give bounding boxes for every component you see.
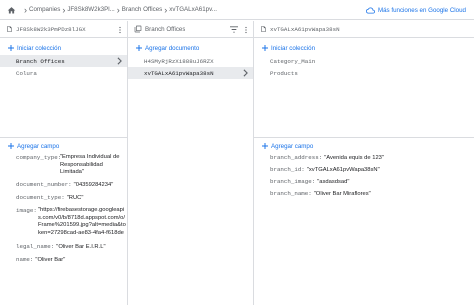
document-list: H4SMyRjRzXi888uJ6RZX xvTGALxA61pvWapa38s…: [128, 55, 253, 79]
field-value: "https://firebasestorage.googleapis.com/…: [38, 207, 126, 236]
list-item[interactable]: H4SMyRjRzXi888uJ6RZX: [128, 55, 253, 67]
start-collection-label: Iniciar colección: [271, 44, 316, 52]
branch-document-panel: xvTGALxA61pvWapa38sN Iniciar colección C…: [254, 21, 474, 305]
field-branch-address[interactable]: branch_address: "Avenida equis de 123": [270, 154, 470, 163]
start-collection-button[interactable]: Iniciar colección: [262, 43, 315, 53]
field-value: "Avenida equis de 123": [324, 155, 384, 161]
chevron-right-icon: ›: [24, 5, 27, 15]
panel-header: Branch Offices: [128, 21, 253, 38]
field-branch-image[interactable]: branch_image: "asdasdsad": [270, 178, 470, 187]
field-key: branch_image:: [270, 178, 316, 185]
chevron-right-icon: ›: [116, 5, 120, 15]
field-key: branch_id:: [270, 166, 305, 173]
field-key: company_type:: [16, 154, 62, 161]
field-value: "asdasdsad": [317, 179, 350, 185]
plus-icon: [8, 143, 14, 149]
chevron-right-icon: ›: [164, 5, 168, 15]
field-value: "RUC": [66, 195, 84, 201]
chevron-right-icon: [117, 57, 122, 65]
document-icon: [260, 25, 267, 33]
breadcrumb-item-companies[interactable]: Companies: [29, 0, 60, 20]
field-branch-name[interactable]: branch_name: "Oliver Bar Miraflores": [270, 190, 470, 199]
list-item[interactable]: Branch Offices: [0, 55, 127, 67]
field-value: "Oliver Bar E.I.R.L": [56, 244, 106, 250]
collection-name: Products: [270, 69, 298, 77]
divider: [254, 137, 474, 138]
list-item[interactable]: xvTGALxA61pvWapa38sN: [128, 67, 253, 79]
google-cloud-label: Más funciones en Google Cloud: [377, 6, 466, 14]
field-value: "Oliver Bar Miraflores": [313, 191, 371, 197]
field-key: legal_name:: [16, 243, 55, 250]
list-item[interactable]: Colura: [0, 67, 127, 79]
field-document-number[interactable]: document_number: "04359284234": [16, 181, 128, 190]
breadcrumb-item-branch-offices[interactable]: Branch Offices: [122, 0, 162, 20]
start-collection-button[interactable]: Iniciar colección: [8, 43, 61, 53]
home-icon[interactable]: [0, 0, 22, 20]
field-key: document_number:: [16, 181, 72, 188]
breadcrumb: › Companies › JF8Sk8W2k3Pl... › Branch O…: [0, 0, 217, 20]
field-value: "Empresa Individual de Responsabilidad L…: [60, 154, 120, 175]
document-id: xvTGALxA61pvWapa38sN: [144, 69, 214, 77]
collection-icon: [134, 25, 142, 33]
add-field-button[interactable]: Agregar campo: [8, 141, 59, 151]
plus-icon: [8, 45, 14, 51]
field-legal-name[interactable]: legal_name: "Oliver Bar E.I.R.L": [16, 243, 128, 252]
plus-icon: [136, 45, 142, 51]
more-vert-icon[interactable]: [243, 26, 249, 34]
plus-icon: [262, 143, 268, 149]
cloud-icon: [365, 6, 375, 15]
field-name[interactable]: name: "Oliver Bar": [16, 256, 128, 265]
panel-title: Branch Offices: [145, 25, 186, 33]
start-collection-label: Iniciar colección: [17, 44, 62, 52]
collection-name: Colura: [16, 69, 37, 77]
add-field-label: Agregar campo: [271, 142, 314, 150]
list-item[interactable]: Category_Main: [254, 55, 474, 67]
field-key: name:: [16, 256, 34, 263]
divider: [0, 137, 127, 138]
collection-name: Branch Offices: [16, 57, 65, 65]
panel-title: JF8Sk8W2k3PmPDz8lJGX: [16, 25, 86, 33]
field-key: branch_name:: [270, 190, 312, 197]
field-document-type[interactable]: document_type: "RUC": [16, 194, 128, 203]
field-value: "Oliver Bar": [35, 257, 66, 263]
field-value: "xvTGALxA61pvWapa38sN": [306, 167, 380, 173]
chevron-right-icon: ›: [62, 5, 66, 15]
filter-icon[interactable]: [230, 26, 238, 33]
field-branch-id[interactable]: branch_id: "xvTGALxA61pvWapa38sN": [270, 166, 470, 175]
top-bar: › Companies › JF8Sk8W2k3Pl... › Branch O…: [0, 0, 474, 20]
field-key: image:: [16, 207, 37, 214]
panel-header: xvTGALxA61pvWapa38sN: [254, 21, 474, 38]
google-cloud-link[interactable]: Más funciones en Google Cloud: [365, 0, 466, 20]
collection-list: Branch Offices Colura: [0, 55, 127, 79]
more-vert-icon[interactable]: [117, 26, 123, 34]
breadcrumb-item-company[interactable]: JF8Sk8W2k3Pl...: [67, 0, 114, 20]
subcollection-list: Category_Main Products: [254, 55, 474, 79]
breadcrumb-item-branch[interactable]: xvTGALxA61pv...: [169, 0, 217, 20]
document-id: H4SMyRjRzXi888uJ6RZX: [144, 57, 214, 65]
add-document-label: Agregar documento: [145, 44, 200, 52]
field-key: branch_address:: [270, 154, 323, 161]
list-item[interactable]: Products: [254, 67, 474, 79]
document-icon: [6, 25, 13, 33]
panel-header: JF8Sk8W2k3PmPDz8lJGX: [0, 21, 127, 38]
chevron-right-icon: [243, 69, 248, 77]
field-value: "04359284234": [73, 182, 114, 188]
branch-offices-collection-panel: Branch Offices Agregar documento H4SMyRj…: [128, 21, 254, 305]
company-document-panel: JF8Sk8W2k3PmPDz8lJGX Iniciar colección B…: [0, 21, 128, 305]
collection-name: Category_Main: [270, 57, 316, 65]
plus-icon: [262, 45, 268, 51]
add-document-button[interactable]: Agregar documento: [136, 43, 199, 53]
panel-title: xvTGALxA61pvWapa38sN: [270, 25, 340, 33]
field-key: document_type:: [16, 194, 65, 201]
add-field-button[interactable]: Agregar campo: [262, 141, 313, 151]
add-field-label: Agregar campo: [17, 142, 60, 150]
